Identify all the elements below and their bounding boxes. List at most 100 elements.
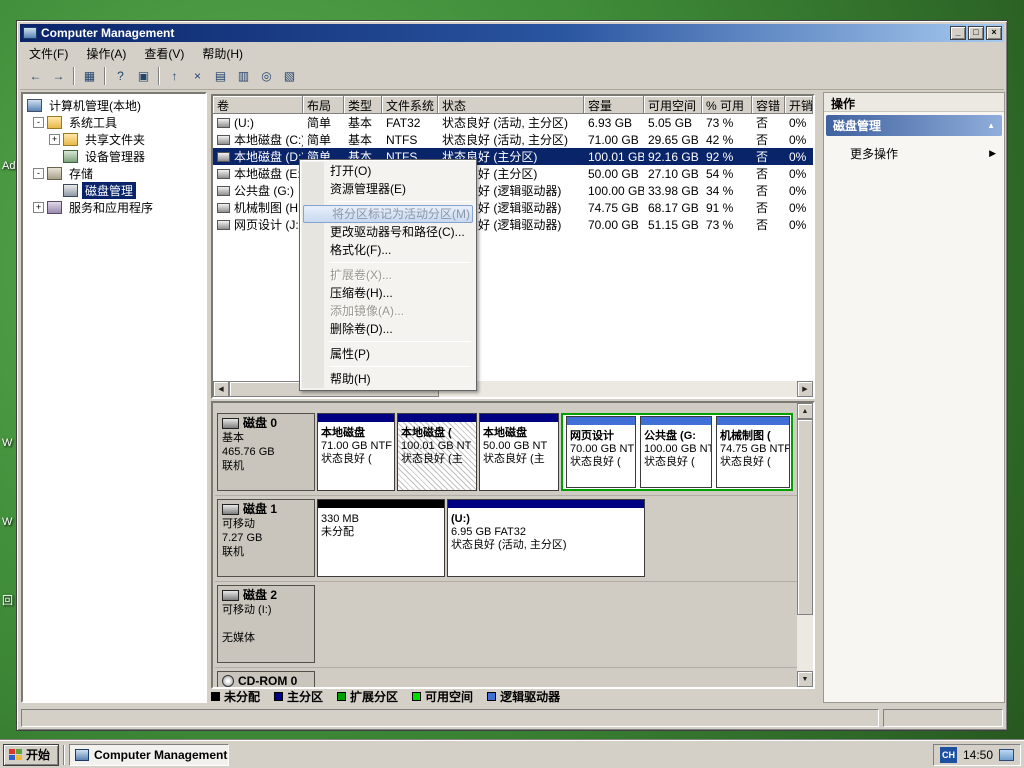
delete-button[interactable]: × (186, 65, 209, 87)
disk-1-info[interactable]: 磁盘 1 可移动 7.27 GB 联机 (217, 499, 315, 577)
volume-row-c[interactable]: 本地磁盘 (C:) 简单 基本 NTFS 状态良好 (活动, 主分区) 71.0… (213, 131, 813, 148)
tree-expander[interactable]: + (49, 134, 60, 145)
menu-file[interactable]: 文件(F) (20, 43, 77, 64)
start-button[interactable]: 开始 (3, 744, 59, 766)
disk-2-info[interactable]: 磁盘 2 可移动 (I:) 无媒体 (217, 585, 315, 663)
column-header-status[interactable]: 状态 (438, 96, 584, 114)
menu-item-open[interactable]: 打开(O) (302, 162, 474, 180)
tree-item-label-selected[interactable]: 磁盘管理 (82, 182, 136, 199)
partition-public-disk-g[interactable]: 公共盘 (G: 100.00 GB NT 状态良好 ( (640, 416, 712, 488)
column-header-fault-tolerance[interactable]: 容错 (752, 96, 785, 114)
scroll-up-arrow[interactable]: ▲ (797, 403, 813, 419)
tree-item-shared-folders[interactable]: + 共享文件夹 (23, 131, 205, 148)
menu-item-explorer[interactable]: 资源管理器(E) (302, 180, 474, 198)
cdrom-0-info[interactable]: CD-ROM 0 (217, 671, 315, 689)
menu-item-format[interactable]: 格式化(F)... (302, 241, 474, 259)
column-header-layout[interactable]: 布局 (303, 96, 344, 114)
column-header-capacity[interactable]: 容量 (584, 96, 644, 114)
scroll-down-arrow[interactable]: ▼ (797, 671, 813, 687)
tree-item-label[interactable]: 系统工具 (66, 114, 120, 131)
scroll-right-arrow[interactable]: ▶ (797, 381, 813, 397)
forward-button[interactable]: → (47, 65, 70, 87)
close-button[interactable]: × (986, 26, 1002, 40)
column-header-free-space[interactable]: 可用空间 (644, 96, 702, 114)
tree-item-services-applications[interactable]: + 服务和应用程序 (23, 199, 205, 216)
show-console-tree-button[interactable]: ▦ (78, 65, 101, 87)
column-header-filesystem[interactable]: 文件系统 (382, 96, 438, 114)
menu-view[interactable]: 查看(V) (135, 43, 193, 64)
help-button[interactable]: ? (109, 65, 132, 87)
clock[interactable]: 14:50 (963, 748, 993, 762)
partition-web-design[interactable]: 网页设计 70.00 GB NT 状态良好 ( (566, 416, 636, 488)
title-bar[interactable]: Computer Management _ □ × (20, 24, 1004, 42)
menu-item-change-drive-letter[interactable]: 更改驱动器号和路径(C)... (302, 223, 474, 241)
column-header-overhead[interactable]: 开销 (785, 96, 813, 114)
legend-swatch-unallocated (211, 692, 220, 701)
partition-size: 100.00 GB NT (644, 443, 708, 456)
submenu-arrow-icon: ▶ (989, 148, 996, 159)
actions-section-disk-management[interactable]: 磁盘管理 ▲ (826, 115, 1002, 136)
status-panel-secondary (883, 709, 1003, 727)
tree-item-label[interactable]: 服务和应用程序 (66, 199, 156, 216)
menu-item-mark-partition-active[interactable]: 将分区标记为活动分区(M) (303, 205, 473, 223)
toolbar-separator (104, 67, 106, 85)
console-window-button[interactable]: ▣ (132, 65, 155, 87)
legend-item: 未分配 (211, 688, 260, 705)
menu-item-shrink-volume[interactable]: 压缩卷(H)... (302, 284, 474, 302)
partition-u[interactable]: (U:) 6.95 GB FAT32 状态良好 (活动, 主分区) (447, 499, 645, 577)
export-list-button[interactable]: ↑ (163, 65, 186, 87)
partition-unallocated[interactable]: 330 MB 未分配 (317, 499, 445, 577)
tree-item-label[interactable]: 设备管理器 (82, 148, 148, 165)
partition-local-disk-d-selected[interactable]: 本地磁盘 ( 100.01 GB NT 状态良好 (主 (397, 413, 477, 491)
language-indicator[interactable]: CH (940, 747, 957, 763)
back-button[interactable]: ← (24, 65, 47, 87)
desktop-icon[interactable]: W (2, 516, 12, 528)
new-window-button[interactable]: ▧ (278, 65, 301, 87)
menu-item-help[interactable]: 帮助(H) (302, 370, 474, 388)
tree-item-computer-management[interactable]: 计算机管理(本地) (23, 97, 205, 114)
column-header-volume[interactable]: 卷 (213, 96, 303, 114)
disk-0-info[interactable]: 磁盘 0 基本 465.76 GB 联机 (217, 413, 315, 491)
scrollbar-thumb[interactable] (797, 419, 813, 615)
partition-label: 本地磁盘 (321, 427, 391, 440)
cell-fault-tolerance: 否 (752, 182, 785, 199)
tree-item-label[interactable]: 存储 (66, 165, 96, 182)
menu-action[interactable]: 操作(A) (77, 43, 135, 64)
partition-mechanical-drawing[interactable]: 机械制图 ( 74.75 GB NTF 状态良好 ( (716, 416, 790, 488)
find-button[interactable]: ◎ (255, 65, 278, 87)
disk-icon (222, 504, 239, 515)
more-actions-item[interactable]: 更多操作 ▶ (824, 136, 1004, 171)
tree-item-disk-management[interactable]: 磁盘管理 (23, 182, 205, 199)
menu-item-properties[interactable]: 属性(P) (302, 345, 474, 363)
partition-status: 状态良好 ( (321, 453, 391, 466)
menu-item-delete-volume[interactable]: 删除卷(D)... (302, 320, 474, 338)
minimize-button[interactable]: _ (950, 26, 966, 40)
tree-expander[interactable]: + (33, 202, 44, 213)
legend-label: 未分配 (224, 688, 260, 705)
tree-item-system-tools[interactable]: - 系统工具 (23, 114, 205, 131)
tree-item-storage[interactable]: - 存储 (23, 165, 205, 182)
partition-local-disk-c[interactable]: 本地磁盘 71.00 GB NTF 状态良好 ( (317, 413, 395, 491)
taskbar-task-computer-management[interactable]: Computer Management (69, 744, 229, 766)
tree-expander[interactable]: - (33, 168, 44, 179)
open-button[interactable]: ▥ (232, 65, 255, 87)
tree-item-device-manager[interactable]: 设备管理器 (23, 148, 205, 165)
tree-item-label[interactable]: 共享文件夹 (82, 131, 148, 148)
collapse-icon[interactable]: ▲ (987, 121, 995, 130)
context-menu: 打开(O) 资源管理器(E) 将分区标记为活动分区(M) 更改驱动器号和路径(C… (299, 159, 477, 391)
column-header-type[interactable]: 类型 (344, 96, 382, 114)
column-header-percent-free[interactable]: % 可用 (702, 96, 752, 114)
tree-item-label[interactable]: 计算机管理(本地) (46, 97, 144, 114)
scroll-left-arrow[interactable]: ◀ (213, 381, 229, 397)
volume-row-u[interactable]: (U:) 简单 基本 FAT32 状态良好 (活动, 主分区) 6.93 GB … (213, 114, 813, 131)
display-tray-icon[interactable] (999, 749, 1014, 761)
desktop-icon[interactable]: W (2, 437, 12, 449)
properties-button[interactable]: ▤ (209, 65, 232, 87)
desktop-icon[interactable]: Ad (2, 160, 15, 172)
maximize-button[interactable]: □ (968, 26, 984, 40)
desktop-icon[interactable]: 回 (2, 592, 13, 608)
vertical-scrollbar[interactable]: ▲ ▼ (797, 403, 813, 687)
tree-expander[interactable]: - (33, 117, 44, 128)
partition-local-disk-e[interactable]: 本地磁盘 50.00 GB NT 状态良好 (主 (479, 413, 559, 491)
menu-help[interactable]: 帮助(H) (193, 43, 252, 64)
